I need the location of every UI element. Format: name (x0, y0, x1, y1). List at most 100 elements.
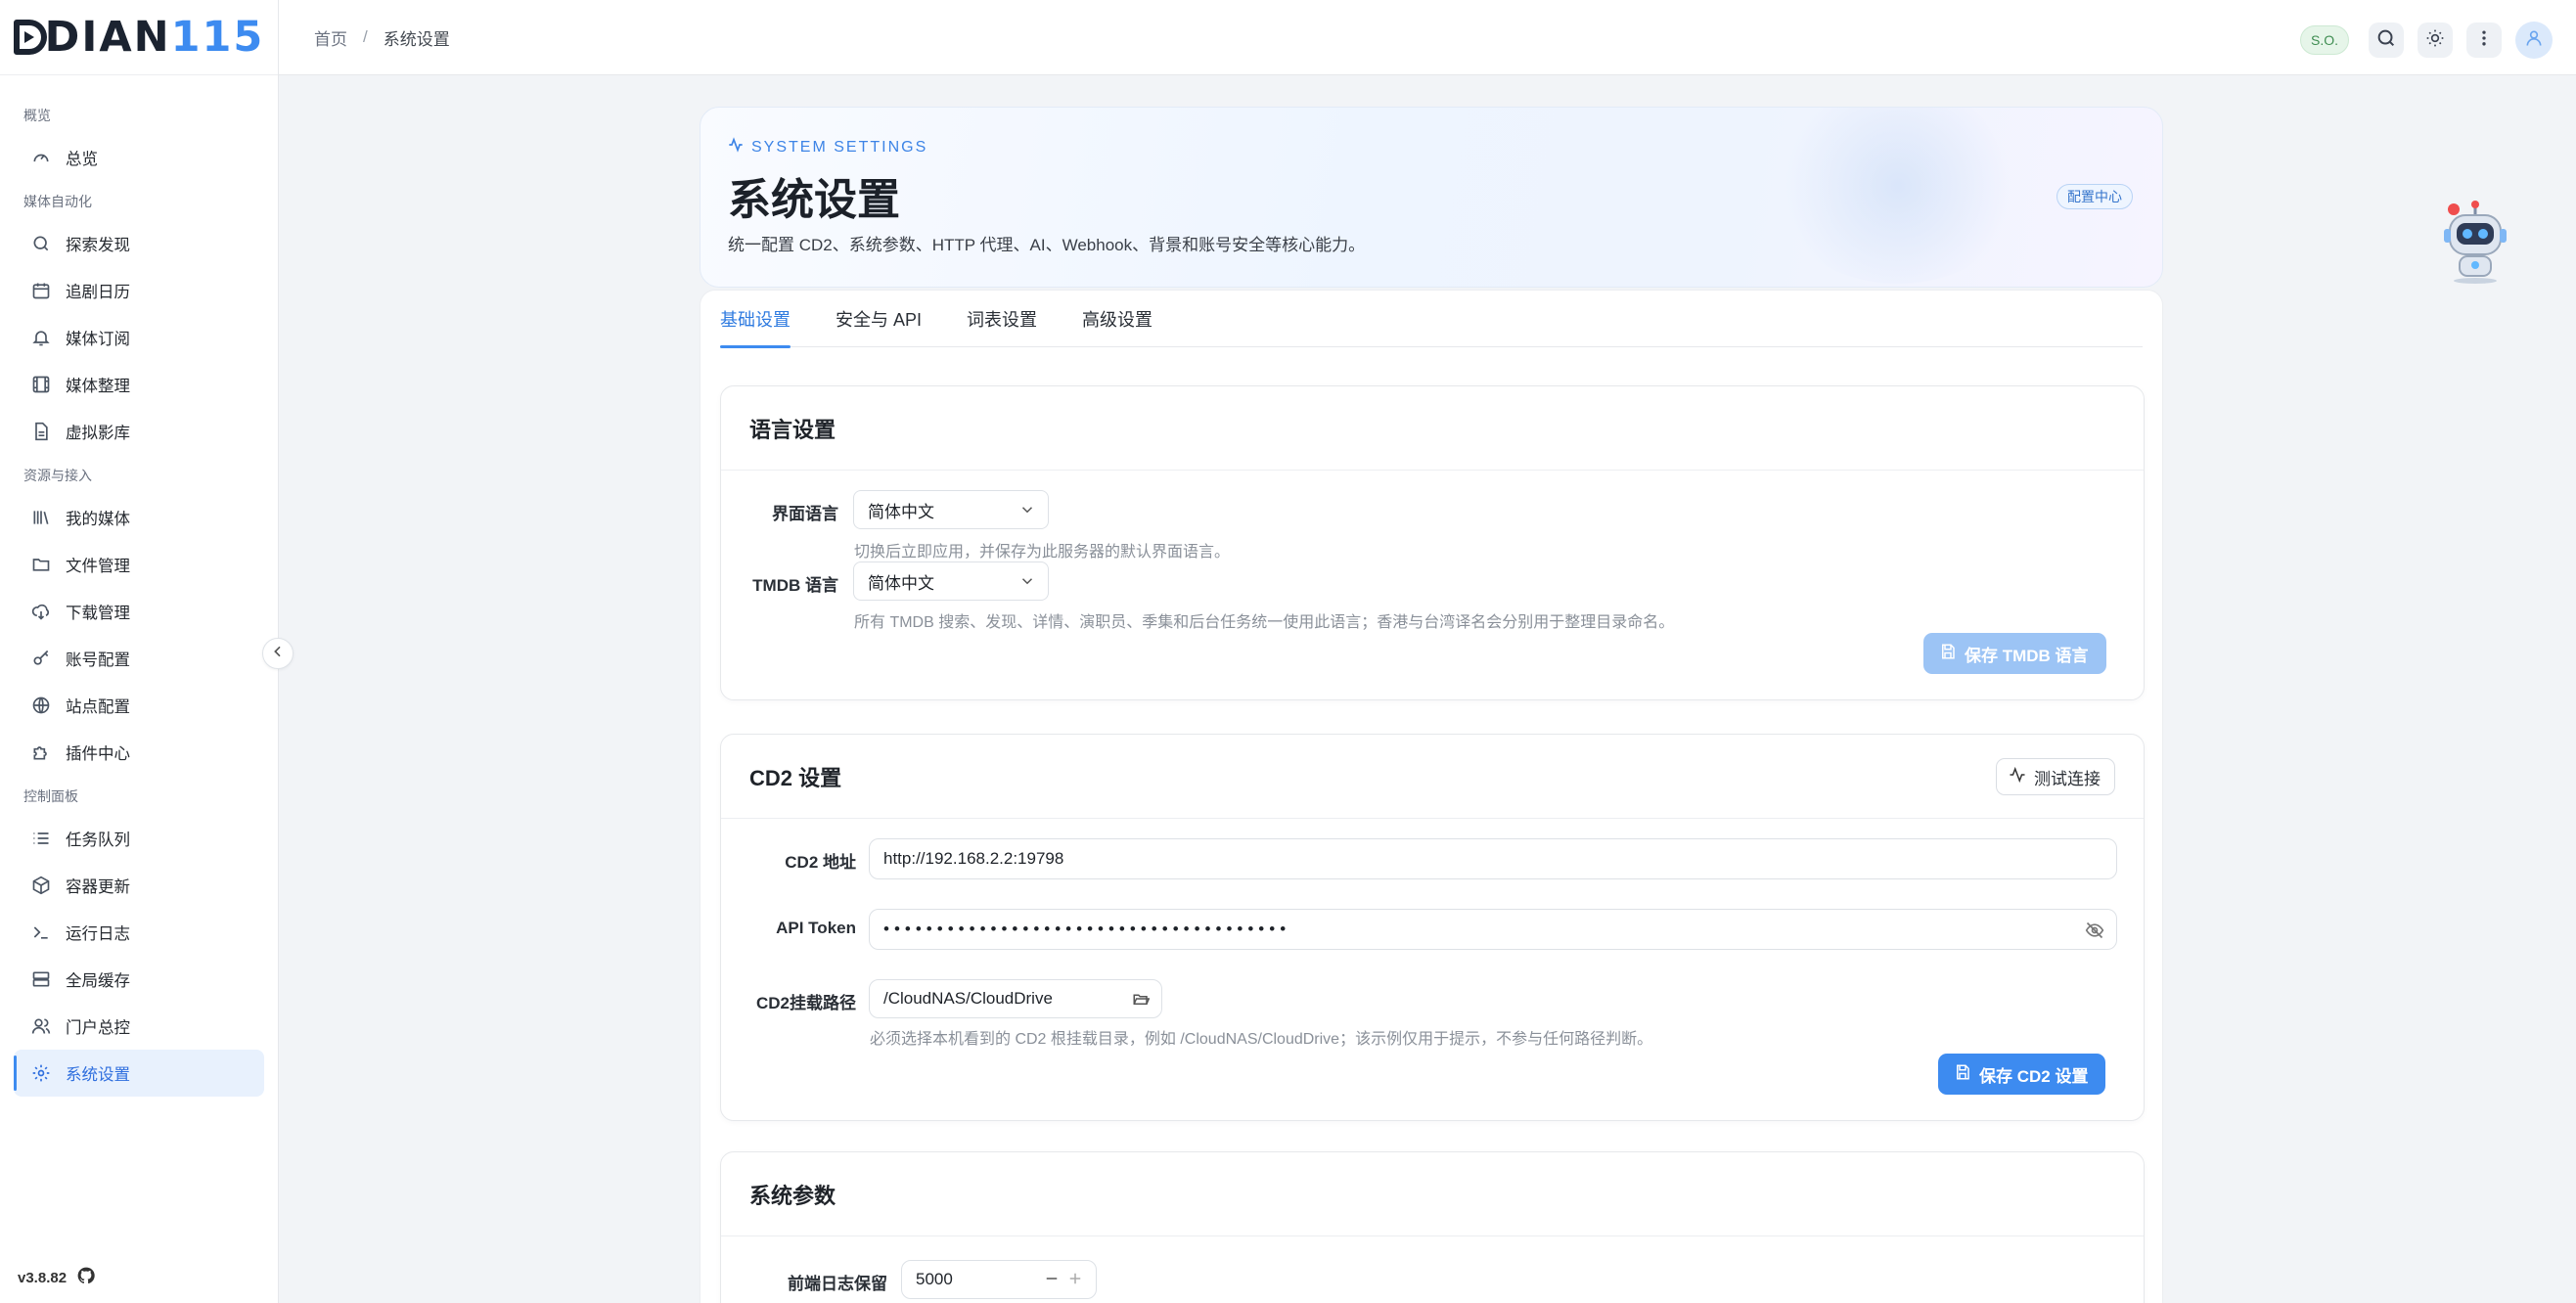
nav-section-title: 控制面板 (23, 788, 78, 804)
api-token-value: •••••••••••••••••••••••••••••••••••••• (883, 920, 1291, 938)
cd2-mount-input[interactable]: /CloudNAS/CloudDrive (869, 979, 1162, 1018)
cd2-address-input[interactable]: http://192.168.2.2:19798 (869, 838, 2117, 879)
sidebar: DIAN 115 概览 总览 媒体自动化 探索发现 追剧日历 媒体订阅 媒体整理 … (0, 0, 279, 1303)
sidebar-item-overview[interactable]: 总览 (14, 134, 264, 181)
minus-icon[interactable] (1043, 1270, 1061, 1292)
sidebar-item-my-media[interactable]: 我的媒体 (14, 494, 264, 541)
collapse-sidebar-button[interactable] (262, 638, 294, 669)
ui-language-hint: 切换后立即应用，并保存为此服务器的默认界面语言。 (854, 544, 1231, 561)
more-menu-button[interactable] (2466, 22, 2502, 58)
breadcrumb-current: 系统设置 (383, 29, 450, 49)
theme-toggle-button[interactable] (2418, 22, 2453, 58)
cd2-mount-label: CD2挂载路径 (755, 994, 856, 1012)
tab-advanced[interactable]: 高级设置 (1082, 291, 1152, 347)
sidebar-item-plugins[interactable]: 插件中心 (14, 729, 264, 776)
chevron-down-icon (1018, 501, 1036, 523)
config-center-badge: 配置中心 (2056, 184, 2133, 209)
sidebar-item-calendar[interactable]: 追剧日历 (14, 267, 264, 314)
folder-open-icon[interactable] (1132, 990, 1151, 1012)
key-icon (30, 648, 52, 669)
status-badge[interactable]: S.O. (2299, 25, 2349, 55)
eye-off-icon[interactable] (2085, 921, 2104, 945)
settings-tabs: 基础设置 安全与 API 词表设置 高级设置 (720, 291, 2143, 348)
system-params-card: 系统参数 前端日志保留 5000 (720, 1151, 2145, 1303)
cd2-settings-card: CD2 设置 测试连接 CD2 地址 http://192.168.2.2:19… (720, 734, 2145, 1121)
sidebar-item-settings[interactable]: 系统设置 (14, 1050, 264, 1097)
sidebar-item-label: 容器更新 (66, 878, 130, 896)
hero-subtitle-text: SYSTEM SETTINGS (751, 138, 928, 156)
language-settings-card: 语言设置 界面语言 简体中文 切换后立即应用，并保存为此服务器的默认界面语言。 … (720, 385, 2145, 700)
search-button[interactable] (2369, 22, 2404, 58)
ui-language-select[interactable]: 简体中文 (853, 490, 1049, 529)
sidebar-item-label: 探索发现 (66, 237, 130, 254)
users-icon (30, 1015, 52, 1037)
hero-subtitle: SYSTEM SETTINGS (728, 137, 927, 157)
sidebar-item-label: 系统设置 (66, 1066, 130, 1084)
logo-text: DIAN (44, 13, 171, 62)
breadcrumb-home[interactable]: 首页 (314, 25, 347, 50)
save-tmdb-language-button[interactable]: 保存 TMDB 语言 (1923, 633, 2106, 674)
save-icon (1939, 643, 1957, 665)
card-title-text: CD2 设置 (749, 765, 842, 790)
test-connection-button[interactable]: 测试连接 (1996, 758, 2115, 795)
tmdb-language-label: TMDB 语言 (752, 576, 838, 595)
globe-icon (30, 695, 52, 716)
app-logo[interactable]: DIAN 115 (0, 0, 278, 75)
ui-language-label: 界面语言 (772, 505, 838, 523)
page-description: 统一配置 CD2、系统参数、HTTP 代理、AI、Webhook、背景和账号安全… (728, 236, 1366, 254)
github-icon[interactable] (76, 1266, 96, 1289)
sidebar-item-discover[interactable]: 探索发现 (14, 220, 264, 267)
frontend-log-retention-value: 5000 (916, 1270, 953, 1288)
test-connection-label: 测试连接 (2034, 769, 2101, 788)
settings-panel: 基础设置 安全与 API 词表设置 高级设置 语言设置 界面语言 简体中文 切换… (700, 290, 2163, 1303)
tab-wordlist[interactable]: 词表设置 (967, 291, 1037, 347)
sidebar-item-logs[interactable]: 运行日志 (14, 909, 264, 956)
chevron-down-icon (1018, 572, 1036, 595)
cloud-download-icon (30, 601, 52, 622)
user-icon (2524, 28, 2544, 53)
sidebar-item-organize[interactable]: 媒体整理 (14, 361, 264, 408)
more-vertical-icon (2474, 28, 2494, 53)
plus-icon[interactable] (1066, 1270, 1084, 1292)
cd2-mount-hint: 必须选择本机看到的 CD2 根挂载目录，例如 /CloudNAS/CloudDr… (870, 1031, 1653, 1048)
activity-icon (728, 137, 744, 157)
sidebar-item-cache[interactable]: 全局缓存 (14, 956, 264, 1003)
sidebar-item-label: 插件中心 (66, 745, 130, 763)
sidebar-item-files[interactable]: 文件管理 (14, 541, 264, 588)
api-token-input[interactable]: •••••••••••••••••••••••••••••••••••••• (869, 909, 2117, 950)
sidebar-item-subscribe[interactable]: 媒体订阅 (14, 314, 264, 361)
topbar: 首页 / 系统设置 S.O. (279, 0, 2576, 75)
nav-section-title: 概览 (23, 108, 51, 123)
sidebar-item-label: 总览 (66, 151, 98, 168)
frontend-log-retention-stepper[interactable]: 5000 (901, 1260, 1097, 1299)
gear-icon (30, 1062, 52, 1084)
avatar[interactable] (2515, 22, 2553, 59)
sidebar-item-label: 媒体整理 (66, 378, 130, 395)
sidebar-item-virtual-library[interactable]: 虚拟影库 (14, 408, 264, 455)
search-icon (2375, 27, 2397, 54)
frontend-log-retention-label: 前端日志保留 (788, 1275, 887, 1293)
terminal-icon (30, 921, 52, 943)
cd2-address-label: CD2 地址 (785, 853, 856, 872)
sidebar-item-container-update[interactable]: 容器更新 (14, 862, 264, 909)
sidebar-item-portal[interactable]: 门户总控 (14, 1003, 264, 1050)
tmdb-language-value: 简体中文 (868, 573, 934, 593)
page-title: 系统设置 (728, 176, 900, 224)
sidebar-item-sites[interactable]: 站点配置 (14, 682, 264, 729)
sidebar-item-task-queue[interactable]: 任务队列 (14, 815, 264, 862)
tab-basic[interactable]: 基础设置 (720, 291, 791, 348)
robot-assistant-icon[interactable] (2440, 200, 2518, 284)
gauge-icon (30, 147, 52, 168)
sidebar-item-label: 全局缓存 (66, 972, 130, 990)
sidebar-item-label: 运行日志 (66, 925, 130, 943)
sidebar-item-downloads[interactable]: 下载管理 (14, 588, 264, 635)
save-cd2-settings-button[interactable]: 保存 CD2 设置 (1938, 1054, 2106, 1095)
sidebar-item-label: 站点配置 (66, 698, 130, 716)
logo-mark-icon (13, 20, 47, 55)
sidebar-item-label: 追剧日历 (66, 284, 130, 301)
sidebar-item-accounts[interactable]: 账号配置 (14, 635, 264, 682)
bell-icon (30, 327, 52, 348)
page-hero: SYSTEM SETTINGS 系统设置 统一配置 CD2、系统参数、HTTP … (700, 107, 2163, 288)
tmdb-language-select[interactable]: 简体中文 (853, 562, 1049, 601)
tab-security-api[interactable]: 安全与 API (836, 291, 922, 347)
